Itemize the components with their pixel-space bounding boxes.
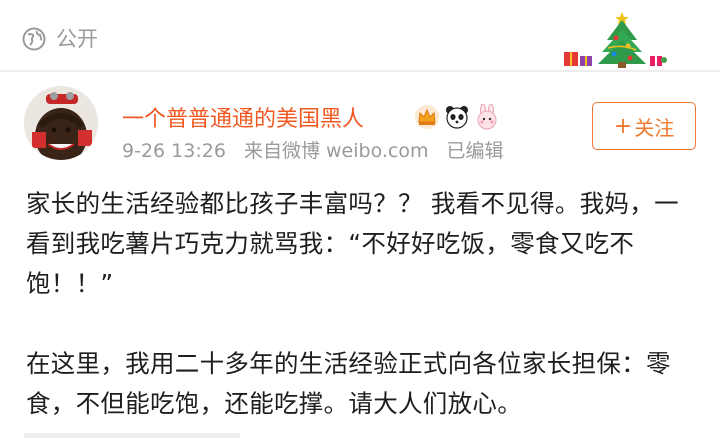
visibility-bar: 公开: [0, 0, 720, 70]
author-badges: [414, 104, 500, 130]
edited-label[interactable]: 已编辑: [447, 140, 504, 162]
avatar-image: [24, 86, 98, 160]
panda-icon[interactable]: [444, 104, 470, 130]
follow-button[interactable]: + 关注: [592, 102, 696, 150]
avatar[interactable]: [24, 86, 98, 160]
author-name[interactable]: 一个普普通通的美国黑人: [122, 106, 364, 134]
post-paragraph: 在这里，我用二十多年的生活经验正式向各位家长担保：零食，不但能吃饱，还能吃撑。请…: [26, 349, 671, 418]
crown-icon[interactable]: [414, 104, 440, 130]
follow-label: 关注: [634, 115, 675, 140]
globe-icon: [22, 27, 46, 51]
visibility-label: 公开: [56, 27, 98, 51]
post-paragraph: 家长的生活经验都比孩子丰富吗？？ 我看不见得。我妈，一看到我吃薯片巧克力就骂我：…: [26, 189, 679, 298]
post-meta: 9-26 13:26 来自微博 weibo.com 已编辑: [122, 138, 516, 164]
post-time[interactable]: 9-26 13:26: [122, 140, 226, 162]
plus-icon: +: [613, 113, 633, 139]
christmas-tree-icon: [564, 12, 667, 68]
rabbit-icon[interactable]: [474, 104, 500, 130]
post-source: 来自微博 weibo.com: [243, 140, 429, 162]
post-card: 一个普普通通的美国黑人 9-26 13:26 来自微博 weibo.com 已编…: [0, 72, 720, 438]
post-body: 家长的生活经验都比孩子丰富吗？？ 我看不见得。我妈，一看到我吃薯片巧克力就骂我：…: [26, 184, 698, 424]
content-divider: [24, 433, 240, 438]
